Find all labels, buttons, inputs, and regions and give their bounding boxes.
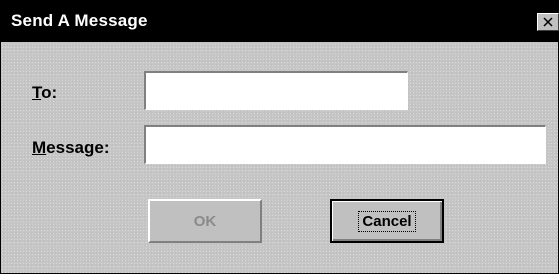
to-label-text: o: xyxy=(41,83,58,102)
ok-button[interactable]: OK xyxy=(148,199,262,243)
cancel-button-label: Cancel xyxy=(358,210,416,232)
close-button[interactable] xyxy=(537,13,559,31)
ok-button-label: OK xyxy=(193,212,217,230)
title-bar: Send A Message xyxy=(1,1,559,42)
message-field[interactable] xyxy=(144,125,546,164)
to-field[interactable] xyxy=(144,71,408,110)
message-label-text: essage: xyxy=(46,138,110,157)
close-icon xyxy=(543,17,553,27)
message-label: Message: xyxy=(32,138,110,158)
send-message-dialog: Send A Message To: Message: OK Cancel xyxy=(0,0,559,274)
to-label-accelerator: T xyxy=(32,83,42,102)
to-label: To: xyxy=(32,83,57,103)
message-label-accelerator: M xyxy=(32,138,47,157)
dialog-title: Send A Message xyxy=(11,11,148,30)
cancel-button[interactable]: Cancel xyxy=(330,199,444,243)
